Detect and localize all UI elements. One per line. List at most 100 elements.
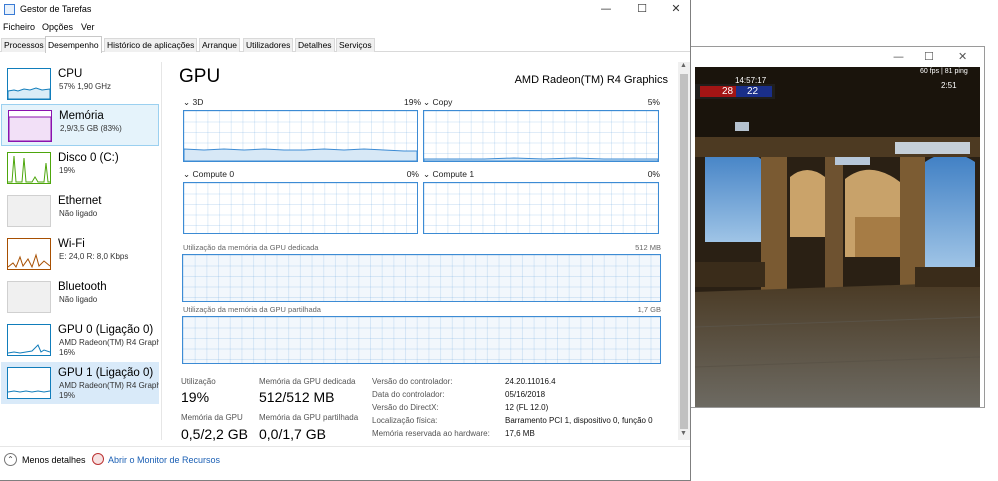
performance-sidebar: CPU 57% 1,90 GHz Memória 2,9/3,5 GB (83%… xyxy=(0,62,162,440)
shared-memory-label: Utilização da memória da GPU partilhada xyxy=(183,305,321,314)
engine-value: 19% xyxy=(404,97,422,107)
menu-bar: Ficheiro Opções Ver xyxy=(0,20,690,34)
page-title: GPU xyxy=(179,66,221,87)
minimize-button[interactable]: — xyxy=(590,0,622,20)
close-button[interactable]: ✕ xyxy=(660,0,692,20)
cpu-thumbnail-graph xyxy=(7,68,51,100)
gpu-model-text: AMD Radeon(TM) R4 Graphics xyxy=(59,381,159,390)
sidebar-item-label: CPU xyxy=(58,68,83,80)
chevron-down-icon: ⌄ xyxy=(423,169,431,179)
score-counter-terrorists: 22 xyxy=(747,86,759,97)
sidebar-item-sub: 57% 1,90 GHz xyxy=(59,82,112,91)
engine-name: Copy xyxy=(432,97,453,107)
stat-partilhada-label: Memória da GPU partilhada xyxy=(259,413,359,422)
tab-detalhes[interactable]: Detalhes xyxy=(295,38,335,52)
detail-value: Barramento PCI 1, dispositivo 0, função … xyxy=(505,416,653,425)
titlebar[interactable]: Gestor de Tarefas — ☐ ✕ xyxy=(0,0,690,20)
sidebar-item-sub: 19% xyxy=(59,166,76,175)
engine-selector-compute1[interactable]: ⌄ Compute 1 xyxy=(423,169,474,180)
graph-3d-line xyxy=(183,148,418,162)
gpu-model-text: AMD Radeon(TM) R4 Graphics xyxy=(59,338,159,347)
scroll-down-arrow-icon[interactable]: ▼ xyxy=(680,430,687,437)
sidebar-item-gpu0[interactable]: GPU 0 (Ligação 0) AMD Radeon(TM) R4 Grap… xyxy=(1,319,159,361)
sidebar-item-disco[interactable]: Disco 0 (C:) 19% xyxy=(1,147,159,189)
sidebar-item-wifi[interactable]: Wi-Fi E: 24,0 R: 8,0 Kbps xyxy=(1,233,159,275)
sidebar-item-bluetooth[interactable]: Bluetooth Não ligado xyxy=(1,276,159,318)
dedicated-memory-label: Utilização da memória da GPU dedicada xyxy=(183,243,319,252)
stat-utilizacao-label: Utilização xyxy=(181,377,216,386)
graph-3d xyxy=(183,110,418,162)
game-titlebar[interactable]: — ☐ ✕ xyxy=(691,47,984,67)
sidebar-item-label: GPU 0 (Ligação 0) xyxy=(58,324,154,336)
score-terrorists: 28 xyxy=(722,86,734,97)
window-title: Gestor de Tarefas xyxy=(20,4,92,14)
graph-compute0 xyxy=(183,182,418,234)
tab-utilizadores[interactable]: Utilizadores xyxy=(243,38,294,52)
sidebar-item-ethernet[interactable]: Ethernet Não ligado xyxy=(1,190,159,232)
vertical-scrollbar[interactable]: ▲ ▼ xyxy=(678,62,690,440)
engine-selector-copy[interactable]: ⌄ Copy xyxy=(423,97,452,108)
gpu0-thumbnail-graph xyxy=(7,324,51,356)
sidebar-item-gpu1[interactable]: GPU 1 (Ligação 0) AMD Radeon(TM) R4 Grap… xyxy=(1,362,159,404)
maximize-button[interactable]: ☐ xyxy=(626,0,658,20)
menu-ficheiro[interactable]: Ficheiro xyxy=(3,22,35,32)
tab-servicos[interactable]: Serviços xyxy=(336,38,375,52)
fps-ping-readout: 60 fps | 81 ping xyxy=(920,68,968,75)
tab-arranque[interactable]: Arranque xyxy=(199,38,240,52)
graph-copy-line xyxy=(423,157,659,162)
tab-desempenho[interactable]: Desempenho xyxy=(45,36,102,53)
graph-shared-memory xyxy=(182,316,661,364)
chevron-up-icon[interactable]: ⌃ xyxy=(4,453,17,466)
scrollbar-thumb[interactable] xyxy=(680,74,688,429)
memory-thumbnail-graph xyxy=(8,110,52,142)
sidebar-item-cpu[interactable]: CPU 57% 1,90 GHz xyxy=(1,63,159,105)
less-details-link[interactable]: Menos detalhes xyxy=(22,455,86,465)
disk-sparkline xyxy=(8,155,50,183)
engine-selector-compute0[interactable]: ⌄ Compute 0 xyxy=(183,169,234,180)
engine-name: Compute 1 xyxy=(432,169,475,179)
game-window[interactable]: — ☐ ✕ 60 fps | 81 ping 14:57:17 28 22 2:… xyxy=(690,46,985,408)
game-close-button[interactable]: ✕ xyxy=(958,51,967,62)
detail-key: Data do controlador: xyxy=(372,390,445,399)
engine-selector-3d[interactable]: ⌄ 3D xyxy=(183,97,203,108)
stat-utilizacao-value: 19% xyxy=(181,389,210,405)
sidebar-item-sub: Não ligado xyxy=(59,295,98,304)
gpu-usage-text: 16% xyxy=(59,348,76,357)
graph-dedicated-memory xyxy=(182,254,661,302)
gpu0-sparkline xyxy=(7,344,51,354)
tab-historico[interactable]: Histórico de aplicações xyxy=(104,38,198,52)
menu-opcoes[interactable]: Opções xyxy=(42,22,73,32)
tab-bar: Processos Desempenho Histórico de aplica… xyxy=(0,36,690,53)
sidebar-item-sub: AMD Radeon(TM) R4 Graphics19% xyxy=(59,381,159,401)
chevron-down-icon: ⌄ xyxy=(183,97,191,107)
detail-value: 12 (FL 12.0) xyxy=(505,403,549,412)
sidebar-item-memoria[interactable]: Memória 2,9/3,5 GB (83%) xyxy=(1,104,159,146)
game-viewport[interactable]: 60 fps | 81 ping 14:57:17 28 22 2:51 xyxy=(695,67,980,407)
stat-memoria-label: Memória da GPU xyxy=(181,413,243,422)
detail-value: 17,6 MB xyxy=(505,429,535,438)
game-scene-image xyxy=(695,67,980,407)
round-timer: 2:51 xyxy=(941,81,957,90)
footer: ⌃ Menos detalhes Abrir o Monitor de Recu… xyxy=(0,446,690,480)
game-minimize-button[interactable]: — xyxy=(893,51,904,62)
gpu1-thumbnail-graph xyxy=(7,367,51,399)
engine-value: 0% xyxy=(406,169,419,179)
scroll-up-arrow-icon[interactable]: ▲ xyxy=(680,62,687,69)
dedicated-memory-max: 512 MB xyxy=(635,243,661,252)
gpu1-sparkline xyxy=(7,390,51,393)
menu-ver[interactable]: Ver xyxy=(81,22,95,32)
bluetooth-thumbnail-graph xyxy=(7,281,51,313)
detail-key: Memória reservada ao hardware: xyxy=(372,429,490,438)
tab-processos[interactable]: Processos xyxy=(1,38,47,52)
cpu-sparkline xyxy=(7,87,51,100)
disk-thumbnail-graph xyxy=(7,152,51,184)
graph-compute1 xyxy=(423,182,659,234)
ethernet-thumbnail-graph xyxy=(7,195,51,227)
sidebar-item-sub: AMD Radeon(TM) R4 Graphics16% xyxy=(59,338,159,358)
engine-value: 5% xyxy=(647,97,660,107)
stat-memoria-value: 0,5/2,2 GB xyxy=(181,426,248,442)
resource-monitor-link[interactable]: Abrir o Monitor de Recursos xyxy=(108,455,220,465)
task-manager-window[interactable]: Gestor de Tarefas — ☐ ✕ Ficheiro Opções … xyxy=(0,0,691,481)
game-maximize-button[interactable]: ☐ xyxy=(924,51,934,62)
engine-value: 0% xyxy=(647,169,660,179)
